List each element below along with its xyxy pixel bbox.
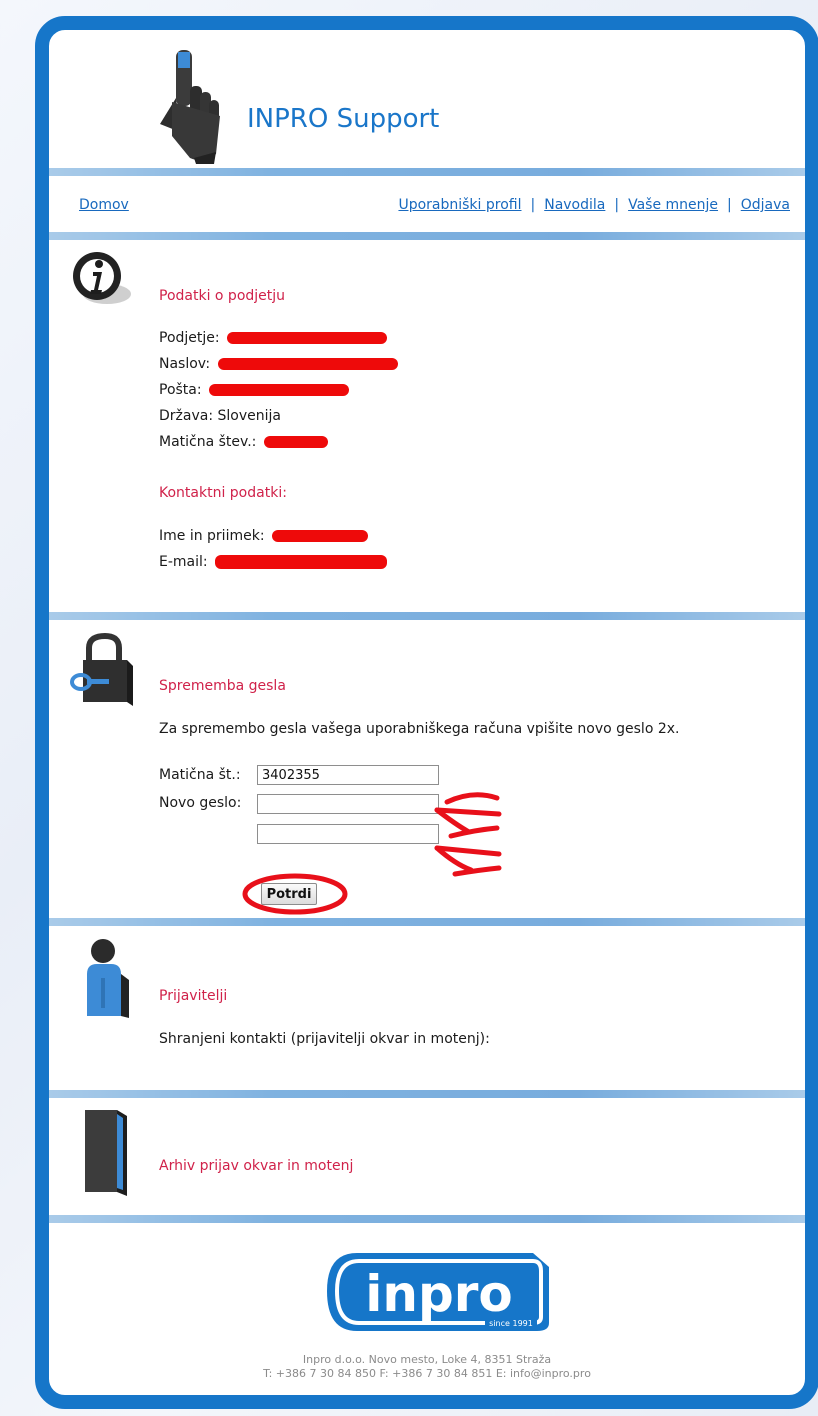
company-country-value: Slovenija — [217, 408, 281, 424]
footer-contacts: T: +386 7 30 84 850 F: +386 7 30 84 851 … — [263, 1367, 591, 1380]
redaction-mark — [217, 358, 398, 370]
company-info-section: Podatki o podjetju Podjetje: Naslov: Poš… — [49, 240, 805, 612]
contact-email-label: E-mail: — [159, 554, 208, 570]
nav-feedback-link[interactable]: Vaše mnenje — [628, 197, 718, 213]
nav-logout-link[interactable]: Odjava — [741, 197, 790, 213]
redaction-mark — [215, 555, 388, 569]
contact-data-heading: Kontaktni podatki: — [159, 485, 287, 501]
header: INPRO Support — [49, 30, 805, 168]
top-nav: Domov Uporabniški profil | Navodila | Vaše m… — [49, 176, 805, 232]
redaction-mark — [227, 332, 388, 344]
reg-number-field[interactable] — [257, 765, 439, 785]
reporters-heading: Prijavitelji — [159, 988, 228, 1004]
annotation-overlay — [242, 792, 502, 915]
divider — [49, 918, 805, 926]
company-reg-number-row: Matična štev.: — [159, 434, 328, 450]
nav-right: Uporabniški profil | Navodila | Vaše mnenje |… — [398, 197, 790, 213]
inpro-logo: inpro since 1991 — [327, 1253, 549, 1331]
archive-section: Arhiv prijav okvar in motenj — [49, 1098, 805, 1215]
logo-since-text: since 1991 — [489, 1319, 533, 1328]
page-frame: INPRO Support Domov Uporabniški profil | N… — [35, 16, 818, 1409]
archive-heading: Arhiv prijav okvar in motenj — [159, 1158, 354, 1174]
contact-email-row: E-mail: — [159, 554, 388, 570]
reporters-section: Prijavitelji Shranjeni kontakti (prijavi… — [49, 926, 805, 1090]
nav-separator: | — [530, 197, 536, 213]
reg-number-label: Matična št.: — [159, 767, 241, 783]
redaction-mark — [272, 530, 368, 542]
nav-user-profile-link[interactable]: Uporabniški profil — [398, 197, 521, 213]
footer-address: Inpro d.o.o. Novo mesto, Loke 4, 8351 St… — [302, 1353, 552, 1366]
password-instructions: Za spremembo gesla vašega uporabniškega … — [159, 721, 680, 737]
company-address-label: Naslov: — [159, 356, 211, 372]
redaction-mark — [263, 436, 328, 448]
company-info-heading: Podatki o podjetju — [159, 288, 286, 304]
company-country-row: Država: Slovenija — [159, 408, 281, 424]
nav-separator: | — [614, 197, 620, 213]
pointing-hand-icon — [160, 50, 220, 164]
company-country-label: Država: — [159, 408, 214, 424]
nav-separator: | — [727, 197, 732, 213]
nav-instructions-link[interactable]: Navodila — [544, 197, 605, 213]
company-name-label: Podjetje: — [159, 330, 220, 346]
logo-text: inpro — [365, 1265, 513, 1323]
info-icon — [73, 252, 131, 304]
company-reg-number-label: Matična štev.: — [159, 434, 257, 450]
company-name-row: Podjetje: — [159, 330, 388, 346]
divider — [49, 1090, 805, 1098]
reporters-text: Shranjeni kontakti (prijavitelji okvar i… — [159, 1031, 490, 1047]
company-address-row: Naslov: — [159, 356, 398, 372]
nav-home-link[interactable]: Domov — [79, 197, 129, 213]
company-post-row: Pošta: — [159, 382, 350, 398]
user-icon — [87, 939, 129, 1018]
password-section: Sprememba gesla Za spremembo gesla vašeg… — [49, 620, 805, 918]
contact-name-label: Ime in priimek: — [159, 528, 265, 544]
password-heading: Sprememba gesla — [159, 678, 286, 694]
divider — [49, 612, 805, 620]
footer: inpro since 1991 Inpro d.o.o. Novo mesto… — [49, 1223, 805, 1395]
company-post-label: Pošta: — [159, 382, 202, 398]
divider — [49, 1215, 805, 1223]
contact-name-row: Ime in priimek: — [159, 528, 368, 544]
divider — [49, 168, 805, 176]
app-title: INPRO Support — [247, 104, 440, 134]
divider — [49, 232, 805, 240]
binder-icon — [85, 1110, 127, 1196]
redaction-mark — [209, 384, 350, 396]
padlock-icon — [70, 632, 133, 706]
